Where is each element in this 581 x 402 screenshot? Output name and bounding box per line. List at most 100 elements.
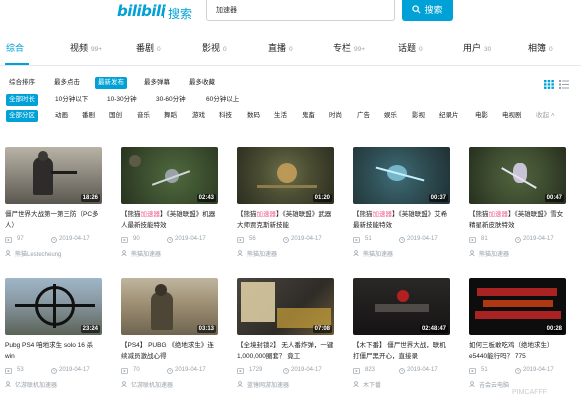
video-card[interactable]: 00:28 如何三板敢吃鸡（绝地求生）e5440能行吗？ 775 51 2019… (469, 278, 566, 402)
uploader-icon (5, 381, 11, 387)
video-duration: 01:20 (312, 194, 332, 202)
video-thumbnail[interactable]: 01:20 (237, 147, 334, 204)
zone-option[interactable]: 电视剧 (499, 110, 525, 122)
search-input[interactable]: 加速器 (206, 0, 395, 21)
search-icon (412, 5, 421, 14)
sort-option-selected[interactable]: 最新发布 (95, 77, 127, 89)
tab-label: 直播 (268, 43, 287, 53)
video-title[interactable]: 【熊猫加速器】《英雄联盟》机器人最新技能特效 (121, 209, 218, 231)
upload-date: 2019-04-17 (59, 236, 90, 242)
upload-date: 2019-04-17 (407, 236, 438, 242)
video-card[interactable]: 00:47 【熊猫加速器】《英雄联盟》雪女精星新皮肤特效 81 2019-04-… (469, 147, 566, 285)
video-title[interactable]: 僵尸世界大战第一第三防（PC多人） (5, 209, 102, 231)
video-thumbnail[interactable]: 00:47 (469, 147, 566, 204)
video-thumbnail[interactable]: 07:08 (237, 278, 334, 335)
zone-option[interactable]: 国创 (106, 110, 125, 122)
zone-option[interactable]: 番剧 (79, 110, 98, 122)
clock-icon (283, 368, 289, 374)
video-card[interactable]: 23:24 Pubg PS4 咱地求生 solo 16 杀win 53 2019… (5, 278, 102, 402)
uploader[interactable]: 熊猫加速器 (469, 249, 566, 259)
sort-option[interactable]: 最多点击 (51, 77, 83, 89)
video-thumbnail[interactable]: 03:13 (121, 278, 218, 335)
uploader-name: 熊猫Lestecheung (15, 252, 62, 258)
zone-collapse-toggle[interactable]: 收起 ˄ (533, 110, 558, 122)
tab-all[interactable]: 综合 (6, 41, 24, 54)
duration-option[interactable]: 30-60分钟 (153, 94, 189, 106)
zone-option[interactable]: 舞蹈 (161, 110, 180, 122)
video-card[interactable]: 02:43 【熊猫加速器】《英雄联盟》机器人最新技能特效 90 2019-04-… (121, 147, 218, 285)
tab-article[interactable]: 专栏 99+ (333, 41, 365, 54)
view-count: 70 (133, 367, 140, 373)
uploader[interactable]: 熊猫Lestecheung (5, 249, 102, 259)
tab-live[interactable]: 直播 0 (268, 41, 293, 54)
video-title[interactable]: 【熊猫加速器】《英雄联盟》雪女精星新皮肤特效 (469, 209, 566, 231)
zone-option[interactable]: 时尚 (326, 110, 345, 122)
sort-option[interactable]: 最多收藏 (186, 77, 218, 89)
duration-option-selected[interactable]: 全部时长 (6, 94, 38, 106)
video-card[interactable]: 02:48:47 【木下番】 僵尸世界大战，联机打僵尸黑开心，直接录 823 2… (353, 278, 450, 402)
zone-option[interactable]: 数码 (244, 110, 263, 122)
uploader[interactable]: 熊猫加速器 (121, 249, 218, 259)
duration-option[interactable]: 10分钟以下 (52, 94, 91, 106)
video-title[interactable]: 【木下番】 僵尸世界大战，联机打僵尸黑开心，直接录 (353, 340, 450, 362)
grid-view-icon[interactable] (544, 76, 554, 89)
video-thumbnail[interactable]: 18:26 (5, 147, 102, 204)
search-button[interactable]: 搜索 (402, 0, 453, 21)
video-title[interactable]: 【熊猫加速器】《英雄联盟》武器大师贾克斯新技能 (237, 209, 334, 231)
zone-option[interactable]: 纪录片 (436, 110, 462, 122)
zone-option[interactable]: 科技 (216, 110, 235, 122)
zone-option[interactable]: 影视 (409, 110, 428, 122)
tab-bangumi[interactable]: 番剧 0 (136, 41, 161, 54)
video-thumbnail[interactable]: 23:24 (5, 278, 102, 335)
zone-option[interactable]: 广告 (354, 110, 373, 122)
bilibili-logo[interactable]: bilibili (117, 2, 166, 20)
uploader[interactable]: 亿游联机加速器 (5, 380, 102, 390)
duration-option[interactable]: 60分钟以上 (203, 94, 242, 106)
uploader[interactable]: 蓝锤网游加速器 (237, 380, 334, 390)
zone-option[interactable]: 动画 (52, 110, 71, 122)
list-view-icon[interactable] (559, 76, 569, 89)
tab-label: 综合 (6, 43, 25, 53)
video-title[interactable]: 【全境封锁2】 无人番炸弹，一键1,000,000圈套？ 竟工 (237, 340, 334, 362)
tab-movie[interactable]: 影视 0 (202, 41, 227, 54)
tab-album[interactable]: 相簿 0 (528, 41, 553, 54)
sort-filter-row: 综合排序 最多点击 最新发布 最多弹幕 最多收藏 (0, 77, 581, 90)
uploader[interactable]: 熊猫加速器 (353, 249, 450, 259)
video-meta: 81 2019-04-17 (469, 236, 566, 246)
tab-user[interactable]: 用户 30 (463, 41, 491, 54)
zone-option-selected[interactable]: 全部分区 (6, 110, 38, 122)
uploader[interactable]: 亿游联机加速器 (121, 380, 218, 390)
tab-topic[interactable]: 话题 0 (398, 41, 423, 54)
video-card[interactable]: 00:37 【熊猫加速器】《英雄联盟》艾希最新技能特效 51 2019-04-1… (353, 147, 450, 285)
video-thumbnail[interactable]: 02:43 (121, 147, 218, 204)
video-thumbnail[interactable]: 00:28 (469, 278, 566, 335)
uploader[interactable]: 熊猫加速器 (237, 249, 334, 259)
zone-option[interactable]: 生活 (271, 110, 290, 122)
zone-option[interactable]: 电影 (472, 110, 491, 122)
video-card[interactable]: 01:20 【熊猫加速器】《英雄联盟》武器大师贾克斯新技能 56 2019-04… (237, 147, 334, 285)
sort-option[interactable]: 最多弹幕 (141, 77, 173, 89)
video-title[interactable]: 【PS4】 PUBG 《绝地求生》连续减员激战心得 (121, 340, 218, 362)
video-card[interactable]: 18:26 僵尸世界大战第一第三防（PC多人） 97 2019-04-17 熊猫… (5, 147, 102, 285)
video-title[interactable]: Pubg PS4 咱地求生 solo 16 杀win (5, 340, 102, 362)
video-thumbnail[interactable]: 00:37 (353, 147, 450, 204)
upload-date: 2019-04-17 (523, 367, 554, 373)
video-thumbnail[interactable]: 02:48:47 (353, 278, 450, 335)
video-card[interactable]: 03:13 【PS4】 PUBG 《绝地求生》连续减员激战心得 70 2019-… (121, 278, 218, 402)
tab-video[interactable]: 视频 99+ (70, 41, 102, 54)
video-title[interactable]: 【熊猫加速器】《英雄联盟》艾希最新技能特效 (353, 209, 450, 231)
tab-count: 0 (223, 46, 227, 53)
title-text: 【木下番】 僵尸世界大战，联机打僵尸黑开心，直接录 (353, 342, 446, 360)
zone-option[interactable]: 鬼畜 (299, 110, 318, 122)
video-title[interactable]: 如何三板敢吃鸡（绝地求生）e5440能行吗？ 775 (469, 340, 566, 362)
tab-label: 专栏 (333, 43, 352, 53)
zone-option[interactable]: 音乐 (134, 110, 153, 122)
zone-option[interactable]: 娱乐 (381, 110, 400, 122)
play-count-icon (121, 237, 128, 243)
zone-option[interactable]: 游戏 (189, 110, 208, 122)
video-card[interactable]: 07:08 【全境封锁2】 无人番炸弹，一键1,000,000圈套？ 竟工 17… (237, 278, 334, 402)
uploader[interactable]: 木下番 (353, 380, 450, 390)
duration-option[interactable]: 10-30分钟 (104, 94, 140, 106)
active-tab-indicator (5, 63, 29, 65)
sort-option[interactable]: 综合排序 (6, 77, 38, 89)
